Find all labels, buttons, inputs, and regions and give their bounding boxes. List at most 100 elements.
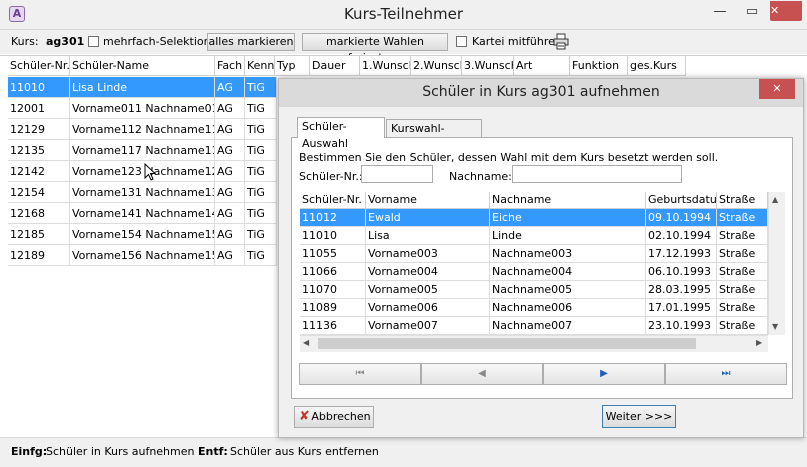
dialog-close-button[interactable]: ✕ (759, 79, 795, 99)
schueler-nr-input[interactable] (361, 165, 433, 183)
table-row[interactable]: 12185 Vorname154 Nachname154 AG TiG (8, 224, 277, 245)
cell-nr: 12142 (8, 161, 70, 182)
entf-text: Schüler aus Kurs entfernen (230, 445, 379, 458)
scroll-down-icon[interactable]: ▼ (772, 322, 778, 331)
col-header-ges-kurs[interactable]: ges.Kurs (628, 56, 686, 76)
dialog-table-row[interactable]: 11012 Ewald Eiche 09.10.1994 Straße (300, 209, 768, 227)
table-row[interactable]: 12129 Vorname112 Nachname112 AG TiG (8, 119, 277, 140)
mouse-cursor-icon (144, 162, 157, 181)
cell-fach: AG (215, 119, 245, 140)
dlg-col-header-strasse[interactable]: Straße (717, 192, 768, 209)
scroll-thumb[interactable] (318, 338, 696, 349)
col-header-wunsch3[interactable]: 3.Wunsch (462, 56, 514, 76)
scroll-right-icon[interactable]: ▶ (756, 338, 762, 347)
markierte-freisetzen-button[interactable]: markierte Wahlen freisetzen (302, 33, 448, 64)
dialog-table-row[interactable]: 11136 Vorname007 Nachname007 23.10.1993 … (300, 317, 768, 335)
col-header-wunsch2[interactable]: 2.Wunsch (411, 56, 462, 76)
kurs-label: Kurs: (11, 35, 39, 48)
cell-kennz: TiG (245, 224, 277, 245)
cell-nr: 11012 (300, 209, 366, 227)
cell-geburtsdatum: 06.10.1993 (646, 263, 717, 281)
kartei-checkbox[interactable] (456, 36, 467, 47)
nav-prev-button[interactable]: ◀ (421, 363, 543, 385)
col-header-art[interactable]: Art (514, 56, 570, 76)
cell-name: Vorname131 Nachname131 (70, 182, 215, 203)
kurs-value: ag301 (46, 35, 85, 48)
cell-kennz: TiG (245, 245, 277, 266)
dialog-table-row[interactable]: 11055 Vorname003 Nachname003 17.12.1993 … (300, 245, 768, 263)
cell-name: Vorname156 Nachname156 (70, 245, 215, 266)
cell-fach: AG (215, 182, 245, 203)
horizontal-scrollbar[interactable]: ◀ ▶ (300, 335, 768, 352)
table-row[interactable]: 12168 Vorname141 Nachname141 AG TiG (8, 203, 277, 224)
dialog-table-row[interactable]: 11089 Vorname006 Nachname006 17.01.1995 … (300, 299, 768, 317)
nav-last-button[interactable]: ⏭ (665, 363, 787, 385)
cell-name: Vorname154 Nachname154 (70, 224, 215, 245)
nachname-input[interactable] (512, 165, 682, 183)
cell-name: Vorname112 Nachname112 (70, 119, 215, 140)
cell-kennz: TiG (245, 161, 277, 182)
dlg-col-header-geburtsdatum[interactable]: Geburtsdatum (646, 192, 717, 209)
minimize-button[interactable]: — (706, 1, 734, 23)
window-close-button[interactable]: ✕ (770, 1, 802, 21)
printer-icon[interactable] (553, 33, 569, 50)
col-header-fach[interactable]: Fach (215, 56, 245, 76)
tab-schueler-auswahl[interactable]: Schüler-Auswahl (297, 117, 385, 150)
col-header-schueler-name[interactable]: Schüler-Name (70, 56, 215, 76)
mehrfach-label: mehrfach-Selektion (103, 35, 211, 48)
cell-name: Vorname141 Nachname141 (70, 203, 215, 224)
table-row[interactable]: 12189 Vorname156 Nachname156 AG TiG (8, 245, 277, 266)
dialog-table-row[interactable]: 11070 Vorname005 Nachname005 28.03.1995 … (300, 281, 768, 299)
schueler-nr-label: Schüler-Nr.: (299, 170, 363, 183)
dialog-title: Schüler in Kurs ag301 aufnehmen (422, 84, 660, 100)
cell-nr: 12154 (8, 182, 70, 203)
scroll-left-icon[interactable]: ◀ (303, 338, 309, 347)
cell-nachname: Nachname006 (490, 299, 646, 317)
dialog-table-row[interactable]: 11010 Lisa Linde 02.10.1994 Straße (300, 227, 768, 245)
table-row[interactable]: 11010 Lisa Linde AG TiG (8, 77, 277, 98)
weiter-button[interactable]: Weiter >>> (602, 405, 676, 428)
table-row[interactable]: 12154 Vorname131 Nachname131 AG TiG (8, 182, 277, 203)
cell-vorname: Lisa (366, 227, 490, 245)
col-header-typ[interactable]: Typ (275, 56, 310, 76)
cell-vorname: Vorname004 (366, 263, 490, 281)
col-header-kennz[interactable]: Kennz. (245, 56, 275, 76)
scroll-up-icon[interactable]: ▲ (772, 195, 778, 204)
mehrfach-checkbox[interactable] (88, 36, 99, 47)
table-row[interactable]: 12001 Vorname011 Nachname011 AG TiG (8, 98, 277, 119)
cell-geburtsdatum: 02.10.1994 (646, 227, 717, 245)
cell-kennz: TiG (245, 140, 277, 161)
table-row[interactable]: 12142 Vorname123 Nachname123 AG TiG (8, 161, 277, 182)
window-title: Kurs-Teilnehmer (343, 5, 464, 23)
cell-nachname: Linde (490, 227, 646, 245)
toolbar: Kurs: ag301 mehrfach-Selektion alles mar… (0, 30, 807, 64)
cell-nr: 11010 (300, 227, 366, 245)
nav-next-button[interactable]: ▶ (543, 363, 665, 385)
cell-nr: 12189 (8, 245, 70, 266)
nachname-label: Nachname: (449, 170, 512, 183)
cell-fach: AG (215, 98, 245, 119)
nav-first-button[interactable]: ⏮ (299, 363, 421, 385)
table-row[interactable]: 12135 Vorname117 Nachname117 AG TiG (8, 140, 277, 161)
cell-kennz: TiG (245, 182, 277, 203)
maximize-button[interactable]: ▭ (738, 1, 766, 23)
cell-strasse: Straße (717, 281, 768, 299)
dlg-col-header-vorname[interactable]: Vorname (366, 192, 490, 209)
abbrechen-button[interactable]: ✘ Abbrechen (294, 406, 374, 428)
add-student-dialog: Schüler in Kurs ag301 aufnehmen ✕ Schüle… (278, 78, 804, 438)
cell-strasse: Straße (717, 209, 768, 227)
cell-kennz: TiG (245, 203, 277, 224)
cell-nr: 12185 (8, 224, 70, 245)
col-header-wunsch1[interactable]: 1.Wunsch (360, 56, 411, 76)
cell-vorname: Vorname007 (366, 317, 490, 335)
col-header-dauer[interactable]: Dauer (310, 56, 360, 76)
alles-markieren-button[interactable]: alles markieren (207, 33, 295, 51)
cell-nachname: Nachname003 (490, 245, 646, 263)
col-header-schueler-nr[interactable]: Schüler-Nr. (8, 56, 70, 76)
col-header-funktion[interactable]: Funktion (570, 56, 628, 76)
tab-kurswahl-auswahl[interactable]: Kurswahl-Auswahl (386, 119, 482, 152)
dlg-col-header-nachname[interactable]: Nachname (490, 192, 646, 209)
dlg-col-header-nr[interactable]: Schüler-Nr. (300, 192, 366, 209)
vertical-scrollbar[interactable]: ▲ ▼ (768, 192, 785, 335)
dialog-table-row[interactable]: 11066 Vorname004 Nachname004 06.10.1993 … (300, 263, 768, 281)
